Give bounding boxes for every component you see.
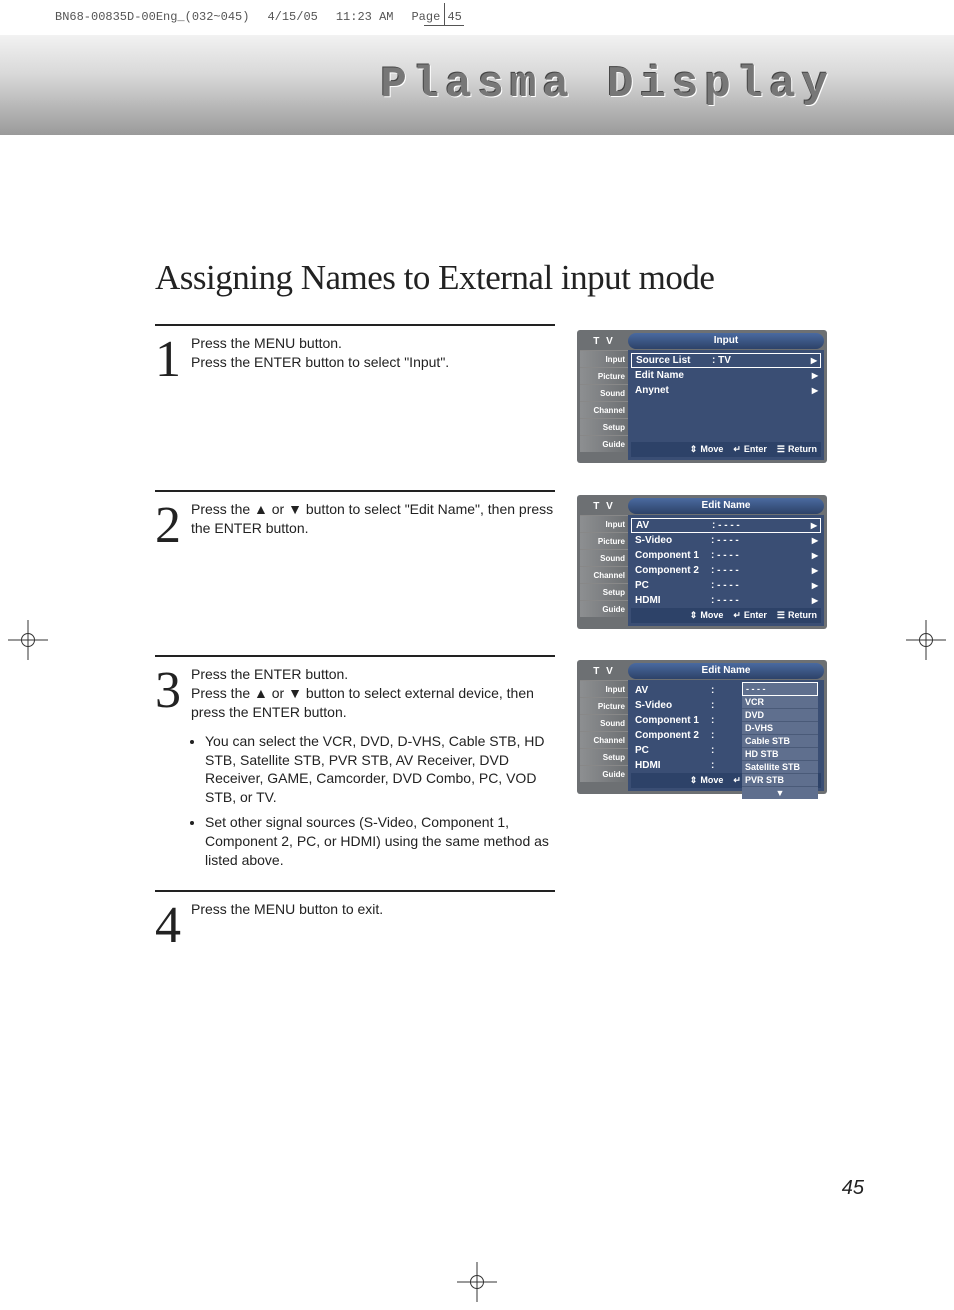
osd-tv-label: T V — [580, 498, 628, 515]
header-title: Plasma Display — [380, 60, 834, 110]
step-1: 1 Press the MENU button. Press the ENTER… — [155, 324, 555, 372]
osd-sidebar: Input Picture Sound Channel Setup Guide — [580, 515, 628, 626]
step-4: 4 Press the MENU button to exit. — [155, 890, 555, 919]
sidebar-channel: Channel — [580, 401, 628, 418]
step-1-line1: Press the MENU button. — [191, 334, 555, 353]
dropdown-item: PVR STB — [742, 774, 818, 787]
step-3-bullet1: You can select the VCR, DVD, D-VHS, Cabl… — [205, 732, 555, 808]
doc-id: BN68-00835D-00Eng_(032~045) — [55, 10, 249, 24]
osd-row-anynet: Anynet ▶ — [631, 383, 821, 398]
registration-mark-icon — [457, 1262, 497, 1302]
osd-3-title: Edit Name — [628, 663, 824, 679]
chevron-down-icon: ▼ — [742, 787, 818, 799]
dropdown-item: VCR — [742, 696, 818, 709]
sidebar-picture: Picture — [580, 367, 628, 384]
osd-tv-label: T V — [580, 663, 628, 680]
osd-footer: Move Enter Return — [631, 442, 821, 457]
chevron-right-icon: ▶ — [811, 593, 821, 608]
dropdown-item: DVD — [742, 709, 818, 722]
osd-row: HDMI: - - - -▶ — [631, 593, 821, 608]
osd-row: S-Video: - - - -▶ — [631, 533, 821, 548]
step-2-line1: Press the ▲ or ▼ button to select "Edit … — [191, 500, 555, 538]
divider — [155, 490, 555, 492]
chevron-right-icon: ▶ — [811, 533, 821, 548]
osd-row-source-list: Source List : TV ▶ — [631, 353, 821, 368]
step-4-number: 4 — [155, 900, 181, 952]
step-1-number: 1 — [155, 334, 181, 386]
sidebar-guide: Guide — [580, 435, 628, 452]
osd-panel-3: T V Edit Name Input Picture Sound Channe… — [577, 660, 827, 794]
header-band: Plasma Display — [0, 35, 954, 135]
osd-1-title: Input — [628, 333, 824, 349]
osd-panel-1: T V Input Input Picture Sound Channel Se… — [577, 330, 827, 463]
dropdown-item: Cable STB — [742, 735, 818, 748]
divider — [155, 324, 555, 326]
print-meta: BN68-00835D-00Eng_(032~045) 4/15/05 11:2… — [55, 10, 462, 24]
osd-tv-label: T V — [580, 333, 628, 350]
osd-footer: Move Enter Return — [631, 608, 821, 623]
chevron-right-icon: ▶ — [810, 518, 820, 533]
osd-row: Component 1: - - - -▶ — [631, 548, 821, 563]
chevron-right-icon: ▶ — [811, 548, 821, 563]
osd-hint-move: Move — [690, 444, 724, 455]
osd-hint-return: Return — [777, 444, 817, 455]
step-1-line2: Press the ENTER button to select "Input"… — [191, 353, 555, 372]
divider — [155, 655, 555, 657]
sidebar-setup: Setup — [580, 418, 628, 435]
osd-sidebar: Input Picture Sound Channel Setup Guide — [580, 350, 628, 460]
crop-mark-icon — [430, 3, 460, 33]
registration-mark-icon — [906, 620, 946, 660]
osd-row: AV: - - - -▶ — [631, 518, 821, 533]
page-number: 45 — [842, 1177, 864, 1200]
page-title: Assigning Names to External input mode — [155, 258, 714, 298]
step-3: 3 Press the ENTER button. Press the ▲ or… — [155, 655, 555, 876]
step-2-number: 2 — [155, 500, 181, 552]
osd-row: PC: - - - -▶ — [631, 578, 821, 593]
osd-2-title: Edit Name — [628, 498, 824, 514]
osd-row-edit-name: Edit Name ▶ — [631, 368, 821, 383]
step-3-bullet2: Set other signal sources (S-Video, Compo… — [205, 813, 555, 870]
osd-row: Component 2: - - - -▶ — [631, 563, 821, 578]
chevron-right-icon: ▶ — [811, 578, 821, 593]
step-3-line1: Press the ENTER button. — [191, 665, 555, 684]
osd-panel-2: T V Edit Name Input Picture Sound Channe… — [577, 495, 827, 629]
chevron-right-icon: ▶ — [811, 563, 821, 578]
doc-time: 11:23 AM — [336, 10, 394, 24]
sidebar-input: Input — [580, 350, 628, 367]
doc-date: 4/15/05 — [267, 10, 317, 24]
chevron-right-icon: ▶ — [811, 368, 821, 383]
step-2: 2 Press the ▲ or ▼ button to select "Edi… — [155, 490, 555, 538]
osd-hint-enter: Enter — [733, 444, 767, 455]
dropdown-item: Satellite STB — [742, 761, 818, 774]
chevron-right-icon: ▶ — [811, 383, 821, 398]
divider — [155, 890, 555, 892]
osd-sidebar: Input Picture Sound Channel Setup Guide — [580, 680, 628, 791]
step-4-line1: Press the MENU button to exit. — [191, 900, 555, 919]
registration-mark-icon — [8, 620, 48, 660]
dropdown-item: D-VHS — [742, 722, 818, 735]
step-3-line2: Press the ▲ or ▼ button to select extern… — [191, 684, 555, 722]
dropdown-item: - - - - — [742, 682, 818, 696]
sidebar-sound: Sound — [580, 384, 628, 401]
step-3-number: 3 — [155, 665, 181, 717]
device-dropdown: - - - - VCR DVD D-VHS Cable STB HD STB S… — [742, 682, 818, 799]
chevron-right-icon: ▶ — [810, 353, 820, 368]
dropdown-item: HD STB — [742, 748, 818, 761]
